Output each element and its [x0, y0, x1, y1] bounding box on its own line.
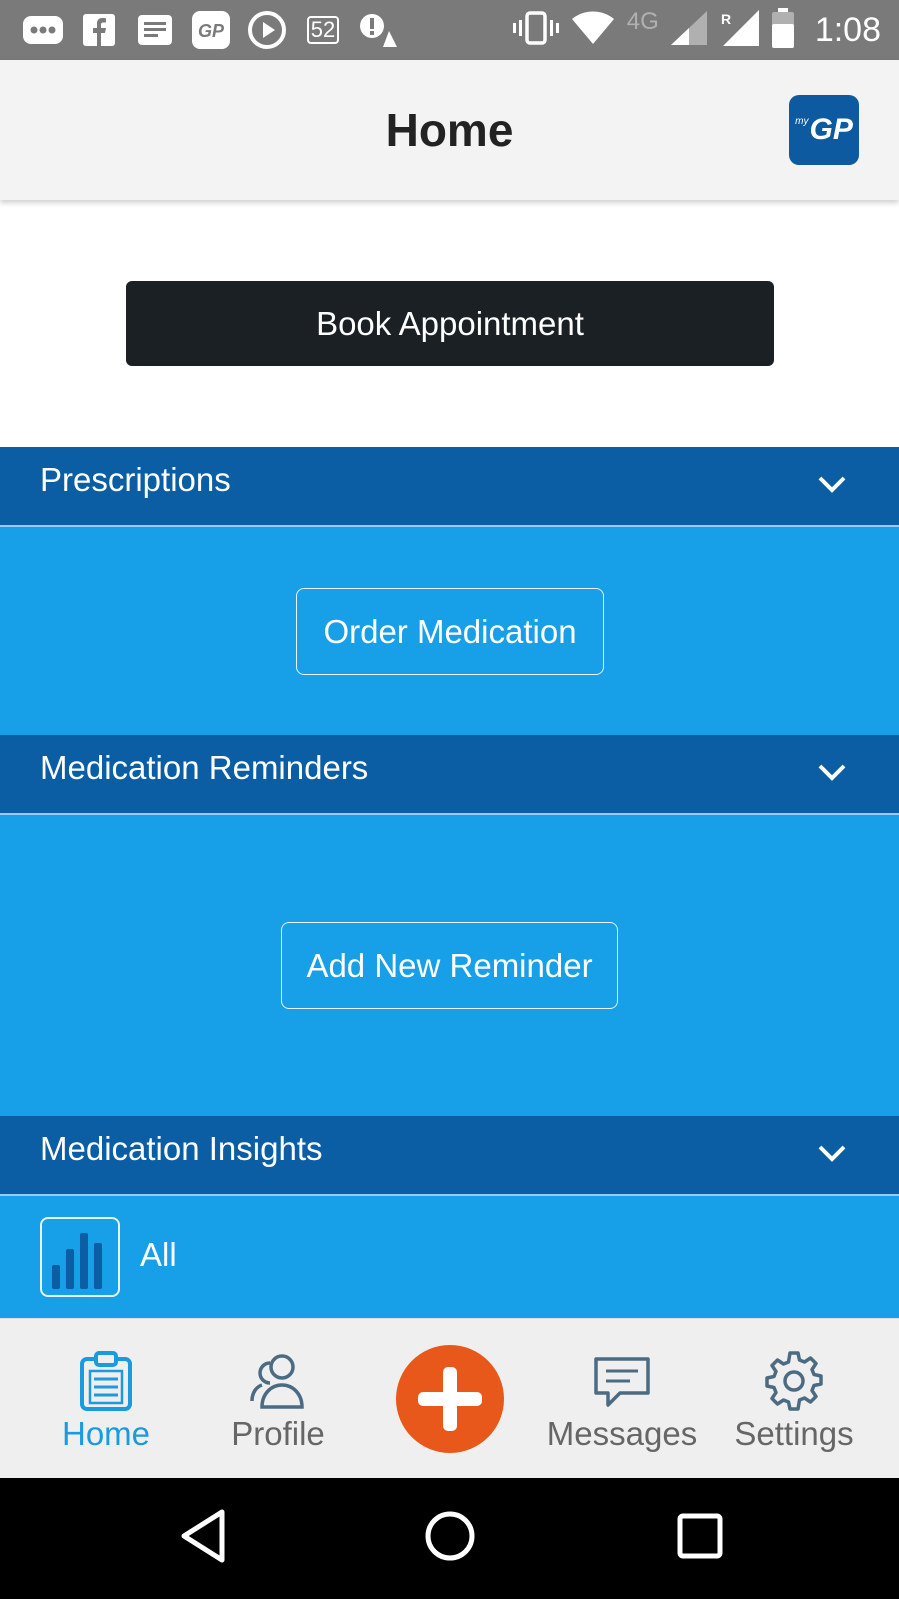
add-button[interactable] — [396, 1345, 504, 1453]
battery-icon — [771, 7, 795, 53]
vibrate-icon — [512, 10, 559, 50]
nav-settings-label: Settings — [734, 1415, 854, 1452]
clock: 1:08 — [814, 10, 881, 49]
bar-chart-icon[interactable] — [40, 1217, 120, 1297]
nav-messages[interactable]: Messages — [540, 1319, 704, 1479]
insights-title: Medication Insights — [40, 1130, 323, 1167]
mygp-notification-icon: GP — [190, 11, 232, 49]
order-medication-button[interactable]: Order Medication — [296, 588, 604, 675]
nav-home[interactable]: Home — [46, 1319, 166, 1479]
wifi-icon — [571, 11, 615, 50]
reminders-title: Medication Reminders — [40, 749, 369, 786]
nav-profile[interactable]: Profile — [218, 1319, 338, 1479]
nav-messages-label: Messages — [546, 1415, 698, 1452]
svg-text:GP: GP — [198, 21, 225, 41]
page-title: Home — [385, 104, 514, 156]
signal-icon — [670, 10, 707, 50]
insights-body[interactable]: All — [0, 1196, 899, 1318]
chevron-down-icon — [818, 1145, 846, 1162]
nav-profile-label: Profile — [231, 1415, 325, 1452]
book-appointment-area: Book Appointment — [0, 200, 899, 447]
calendar-icon: 52 — [302, 11, 344, 49]
clipboard-icon — [80, 1351, 132, 1411]
status-bar: GP 52 4G R 1:08 — [0, 0, 899, 60]
facebook-icon — [78, 11, 120, 49]
home-circle-icon[interactable] — [424, 1510, 476, 1562]
users-icon — [250, 1354, 304, 1409]
more-notifications-icon — [22, 11, 64, 49]
chevron-down-icon — [818, 476, 846, 493]
prescriptions-title: Prescriptions — [40, 461, 231, 498]
nav-home-label: Home — [61, 1415, 151, 1452]
nav-settings[interactable]: Settings — [724, 1319, 864, 1479]
book-appointment-button[interactable]: Book Appointment — [126, 281, 774, 366]
plus-icon — [418, 1367, 482, 1431]
bottom-nav: Home Profile Messages Settings — [0, 1318, 899, 1478]
prescriptions-header[interactable]: Prescriptions — [0, 447, 899, 527]
prescriptions-body: Order Medication — [0, 527, 899, 736]
gear-icon — [765, 1351, 823, 1411]
message-notification-icon — [134, 11, 176, 49]
reminders-header[interactable]: Medication Reminders — [0, 735, 899, 815]
system-nav-bar — [0, 1478, 899, 1599]
chevron-down-icon — [818, 764, 846, 781]
reminders-body: Add New Reminder — [0, 815, 899, 1116]
roaming-signal-icon: R — [719, 9, 759, 51]
play-store-icon — [246, 11, 288, 49]
mygp-logo[interactable]: my GP — [789, 95, 859, 165]
alert-icon — [358, 11, 400, 49]
chat-icon — [594, 1357, 650, 1407]
insights-all-label[interactable]: All — [140, 1236, 177, 1274]
recents-icon[interactable] — [676, 1512, 724, 1560]
app-header: Home my GP — [0, 60, 899, 200]
back-icon[interactable] — [178, 1508, 228, 1564]
insights-header[interactable]: Medication Insights — [0, 1116, 899, 1196]
svg-text:R: R — [721, 11, 731, 27]
add-new-reminder-button[interactable]: Add New Reminder — [281, 922, 618, 1009]
